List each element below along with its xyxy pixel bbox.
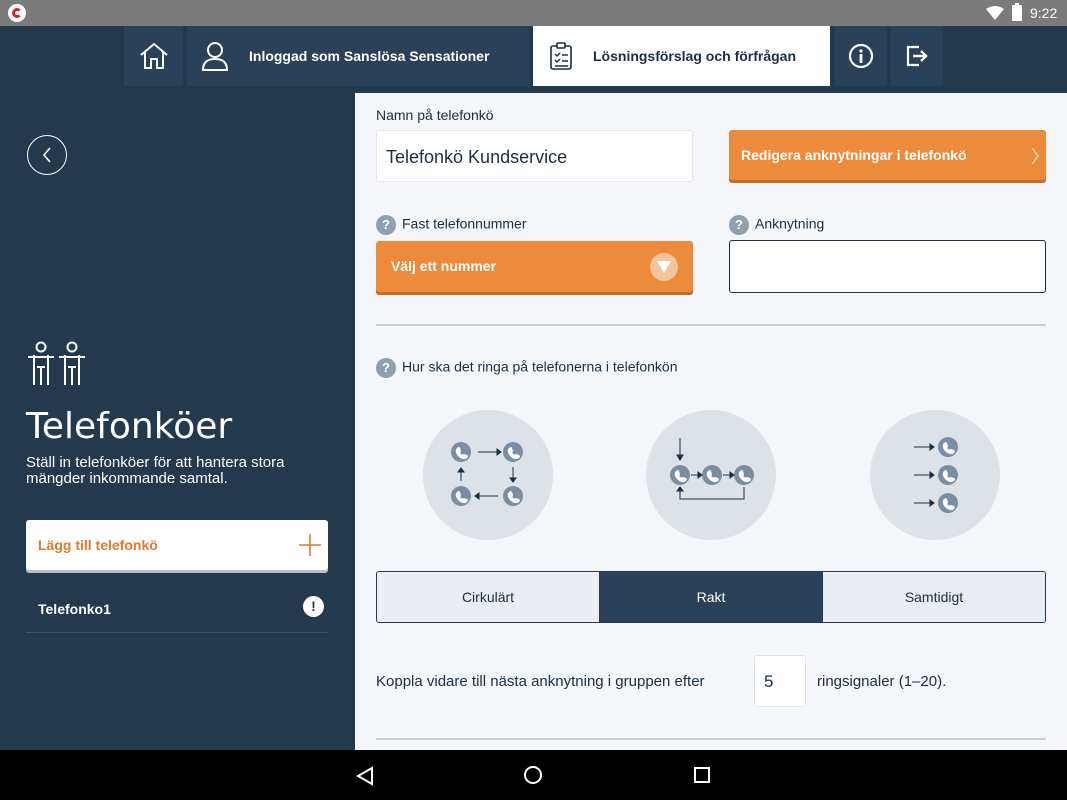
extension-input[interactable]: [729, 240, 1046, 293]
straight-ring-icon: [670, 438, 754, 500]
logged-in-user-button[interactable]: Inloggad som Sanslösa Sensationer: [187, 26, 530, 86]
page-description: Ställ in telefonköer för att hantera sto…: [26, 454, 285, 487]
queue-name-label: Namn på telefonkö: [376, 107, 494, 123]
circular-ring-diagram: [423, 410, 553, 540]
ring-mode-selector: Cirkulärt Rakt Samtidigt: [376, 571, 1046, 623]
info-icon: [848, 43, 873, 69]
back-triangle-icon[interactable]: [356, 766, 374, 786]
divider: [376, 738, 1046, 740]
queue-list-item[interactable]: Telefonko1 !: [26, 585, 328, 633]
warning-icon: !: [303, 596, 324, 617]
people-icon: [28, 341, 85, 385]
plus-icon: [299, 534, 321, 556]
add-queue-button[interactable]: Lägg till telefonkö: [26, 520, 328, 570]
simultaneous-ring-icon: [914, 437, 958, 513]
clock: 9:22: [1030, 5, 1058, 21]
fixed-number-label: ? Fast telefonnummer: [376, 215, 527, 235]
logged-in-user-label: Inloggad som Sanslösa Sensationer: [249, 48, 490, 64]
logout-button[interactable]: [890, 26, 943, 86]
edit-extensions-button[interactable]: Redigera anknytningar i telefonkö: [729, 130, 1046, 180]
chevron-left-icon: [42, 147, 51, 163]
queue-name-input[interactable]: Telefonkö Kundservice: [376, 130, 693, 182]
wifi-icon: [986, 6, 1004, 20]
home-button[interactable]: [124, 26, 183, 86]
recents-square-icon[interactable]: [693, 766, 711, 784]
help-icon[interactable]: ?: [376, 215, 396, 235]
home-circle-icon[interactable]: [523, 765, 543, 785]
ring-strategy-label: ? Hur ska det ringa på telefonerna i tele…: [376, 358, 678, 378]
info-button[interactable]: [834, 26, 887, 86]
ring-mode-simultaneous[interactable]: Samtidigt: [823, 572, 1045, 622]
ring-count-input[interactable]: 5: [754, 655, 806, 707]
solution-request-tab[interactable]: Lösningsförslag och förfrågan: [533, 26, 830, 86]
top-navigation: Inloggad som Sanslösa Sensationer Lösnin…: [0, 26, 1067, 93]
logout-icon: [906, 45, 928, 67]
help-icon[interactable]: ?: [376, 358, 396, 378]
user-icon: [201, 42, 229, 71]
simultaneous-ring-diagram: [870, 410, 1000, 540]
ring-mode-circular[interactable]: Cirkulärt: [377, 572, 600, 622]
add-queue-label: Lägg till telefonkö: [38, 537, 158, 553]
home-icon: [139, 42, 168, 69]
status-bar: 9:22: [0, 0, 1067, 26]
help-icon[interactable]: ?: [729, 215, 749, 235]
edit-extensions-label: Redigera anknytningar i telefonkö: [741, 147, 967, 163]
divider: [376, 324, 1046, 326]
chevron-right-icon: [1031, 147, 1039, 165]
battery-icon: [1012, 3, 1022, 21]
ring-mode-straight[interactable]: Rakt: [600, 572, 823, 622]
chevron-down-icon: [650, 253, 678, 281]
main-content: Namn på telefonkö Telefonkö Kundservice …: [355, 93, 1067, 750]
fixed-number-value: Välj ett nummer: [391, 258, 497, 274]
forward-text-after: ringsignaler (1–20).: [817, 673, 947, 690]
circular-ring-icon: [451, 442, 523, 506]
fixed-number-select[interactable]: Välj ett nummer: [376, 241, 693, 292]
straight-ring-diagram: [646, 410, 776, 540]
forward-text-before: Koppla vidare till nästa anknytning i gr…: [376, 673, 705, 690]
solution-request-label: Lösningsförslag och förfrågan: [593, 48, 797, 64]
app-logo-icon: [8, 4, 26, 22]
back-button[interactable]: [27, 135, 67, 175]
extension-label: ? Anknytning: [729, 215, 824, 235]
page-title: Telefonköer: [26, 406, 233, 447]
sidebar: Telefonköer Ställ in telefonköer för att…: [0, 93, 355, 750]
clipboard-checklist-icon: [550, 42, 572, 70]
system-navigation-bar: [0, 750, 1067, 800]
queue-name: Telefonko1: [38, 600, 111, 617]
